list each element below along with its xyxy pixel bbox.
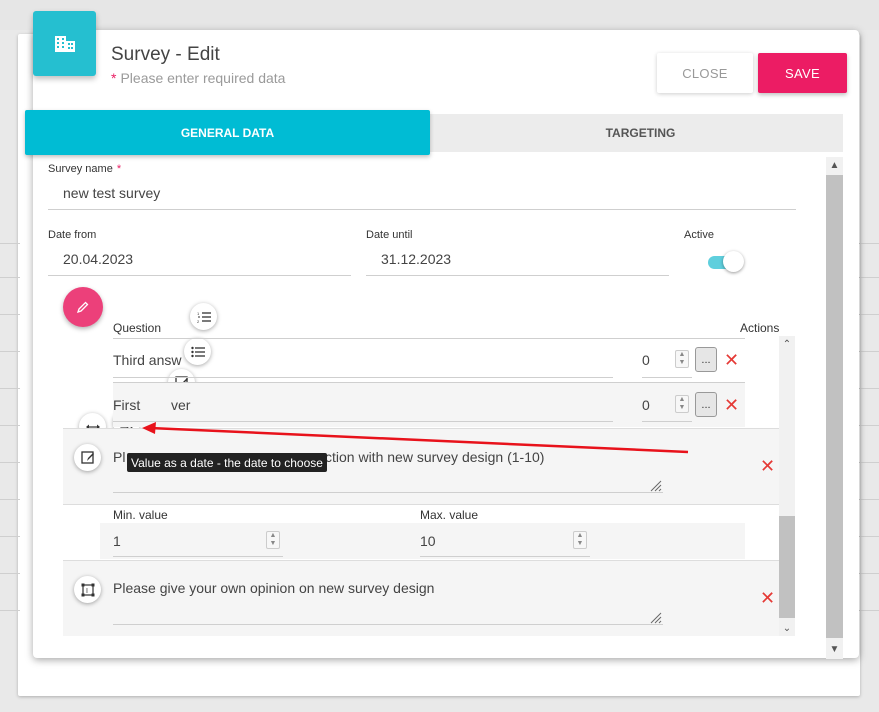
dialog-subtitle: * Please enter required data (111, 70, 285, 86)
survey-name-label: Survey name * (48, 163, 122, 175)
questions-scrollbar-thumb[interactable] (779, 516, 795, 618)
background-divider (0, 314, 20, 315)
question-underline (113, 492, 663, 493)
date-until-underline (366, 275, 669, 276)
active-label: Active (684, 229, 714, 241)
background-divider (0, 499, 20, 500)
question-column-header: Question (113, 321, 162, 335)
background-divider (858, 388, 879, 389)
answer-underline (113, 377, 613, 378)
background-divider (0, 536, 20, 537)
min-value-stepper[interactable]: ▲ ▼ (266, 531, 280, 549)
max-value-stepper[interactable]: ▲ ▼ (573, 531, 587, 549)
min-value-label: Min. value (113, 508, 168, 522)
max-value-label: Max. value (420, 508, 479, 522)
background-divider (858, 610, 879, 611)
question-text-input[interactable]: Please give your own opinion on new surv… (113, 580, 434, 596)
text-field-icon[interactable]: I (74, 576, 101, 603)
date-from-label: Date from (48, 229, 97, 241)
background-top-bar (0, 0, 879, 30)
scroll-up-icon[interactable]: ▲ (826, 157, 843, 174)
question-divider (63, 504, 779, 505)
min-value-input[interactable]: 1 (113, 533, 121, 549)
scroll-down-icon[interactable]: ▼ (826, 641, 843, 658)
background-divider (858, 277, 879, 278)
resize-handle-icon[interactable] (648, 478, 662, 492)
background-divider (858, 462, 879, 463)
required-star: * (111, 70, 117, 86)
background-divider (858, 314, 879, 315)
background-divider (858, 536, 879, 537)
tab-general-data[interactable]: GENERAL DATA (25, 110, 430, 155)
survey-name-input[interactable]: new test survey (63, 185, 160, 201)
svg-text:I: I (86, 588, 88, 595)
background-divider (0, 277, 20, 278)
background-divider (858, 499, 879, 500)
background-divider (858, 425, 879, 426)
tooltip: Value as a date - the date to choose (127, 453, 327, 472)
background-divider (0, 388, 20, 389)
survey-name-underline (48, 209, 796, 210)
active-toggle-knob[interactable] (723, 251, 744, 272)
background-divider (0, 425, 20, 426)
answer-value-input[interactable]: 0 (642, 352, 650, 368)
answer-more-button[interactable]: ... (695, 392, 717, 417)
resize-handle-icon[interactable] (648, 610, 662, 624)
background-divider (858, 573, 879, 574)
building-icon (33, 11, 96, 76)
question-text-prefix[interactable]: Pl (113, 449, 125, 465)
text-edit-icon[interactable] (74, 444, 101, 471)
subtitle-text: Please enter required data (120, 70, 286, 86)
answer-value-input[interactable]: 0 (642, 397, 650, 413)
numbered-list-icon[interactable]: 12 (190, 303, 217, 330)
tab-targeting[interactable]: TARGETING (438, 114, 843, 152)
answer-text-input[interactable]: First (113, 397, 140, 413)
svg-text:2: 2 (197, 319, 200, 324)
remove-question-icon[interactable]: ✕ (760, 589, 775, 607)
edit-fab-button[interactable] (63, 287, 103, 327)
pencil-icon (76, 301, 89, 314)
answer-text-tail: ver (171, 397, 191, 413)
remove-answer-icon[interactable]: ✕ (724, 351, 739, 369)
date-until-label: Date until (366, 229, 413, 241)
remove-answer-icon[interactable]: ✕ (724, 396, 739, 414)
date-from-input[interactable]: 20.04.2023 (63, 251, 133, 267)
close-button[interactable]: CLOSE (657, 53, 753, 93)
svg-text:1: 1 (197, 311, 200, 316)
remove-question-icon[interactable]: ✕ (760, 457, 775, 475)
save-button[interactable]: SAVE (758, 53, 847, 93)
max-value-input[interactable]: 10 (420, 533, 436, 549)
date-until-input[interactable]: 31.12.2023 (381, 251, 451, 267)
scroll-up-icon[interactable]: ⌃ (779, 336, 795, 353)
header-divider (113, 338, 745, 339)
form-scrollbar-thumb[interactable] (826, 175, 843, 638)
answer-more-button[interactable]: ... (695, 347, 717, 372)
date-from-underline (48, 275, 351, 276)
max-value-underline (420, 556, 590, 557)
answer-text-input[interactable]: Third answ (113, 352, 181, 368)
background-divider (0, 610, 20, 611)
answer-value-stepper[interactable]: ▲ ▼ (675, 350, 689, 368)
answer-value-stepper[interactable]: ▲ ▼ (675, 395, 689, 413)
background-divider (0, 462, 20, 463)
scroll-down-icon[interactable]: ⌄ (779, 620, 795, 637)
dialog-title: Survey - Edit (111, 44, 220, 65)
min-value-underline (113, 556, 283, 557)
answer-value-underline (642, 377, 692, 378)
background-divider (0, 351, 20, 352)
actions-column-header: Actions (740, 321, 780, 335)
annotation-arrow (142, 422, 689, 454)
background-divider (858, 351, 879, 352)
background-divider (858, 243, 879, 244)
background-divider (0, 573, 20, 574)
background-divider (0, 243, 20, 244)
question-underline (113, 624, 663, 625)
list-icon[interactable] (184, 338, 211, 365)
